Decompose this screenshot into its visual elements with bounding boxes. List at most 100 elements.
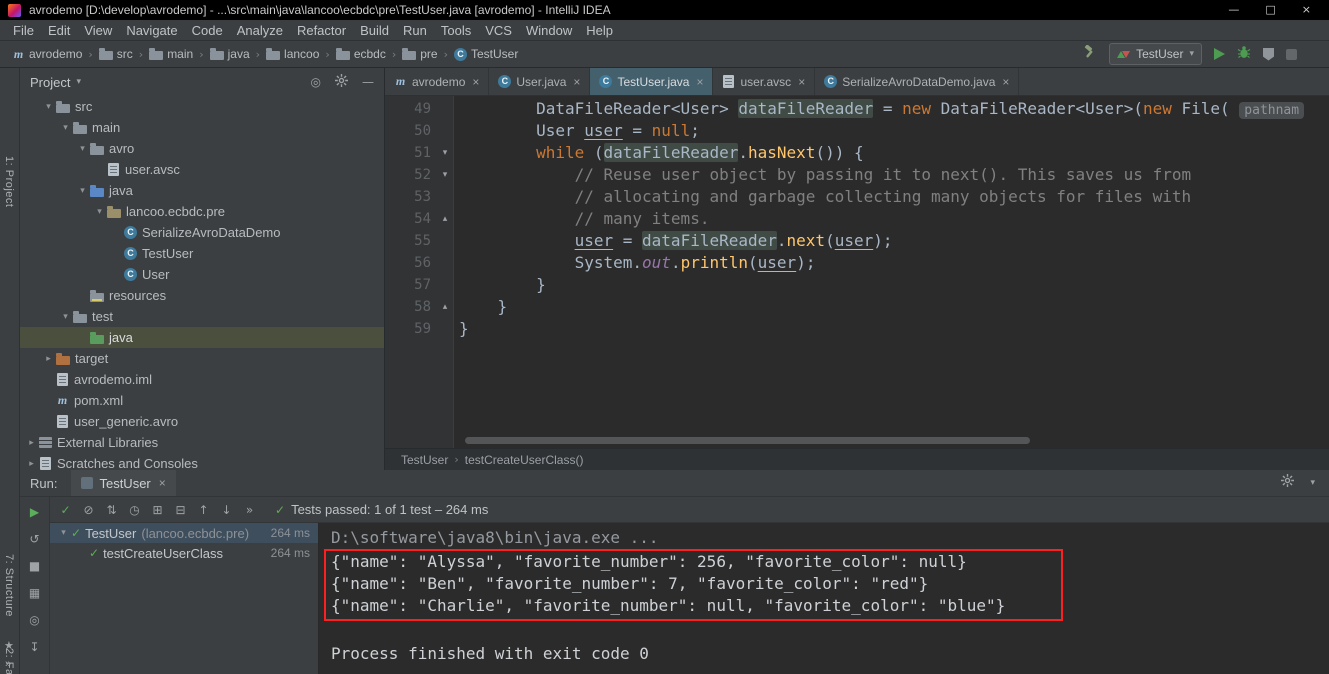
menu-item-analyze[interactable]: Analyze xyxy=(230,23,290,38)
close-icon[interactable]: × xyxy=(573,75,580,89)
rerun-tests-icon[interactable]: ▶ xyxy=(26,503,44,521)
collapse-all-icon[interactable]: ⊟ xyxy=(169,499,192,521)
menu-item-build[interactable]: Build xyxy=(353,23,396,38)
sort-by-duration-icon[interactable]: ◷ xyxy=(123,499,146,521)
code-token: . xyxy=(776,231,787,250)
hide-panel-icon[interactable]: — xyxy=(362,75,374,89)
editor-tab-testuser-java[interactable]: C TestUser.java × xyxy=(590,68,714,95)
scroll-to-end-icon[interactable]: ↧ xyxy=(26,638,44,656)
breadcrumb-item-src[interactable]: src xyxy=(97,47,135,61)
tree-item-pom-xml[interactable]: m pom.xml xyxy=(20,390,384,411)
menu-item-help[interactable]: Help xyxy=(579,23,620,38)
tree-item-user-avsc[interactable]: user.avsc xyxy=(20,159,384,180)
tree-item-target[interactable]: ▸ target xyxy=(20,348,384,369)
tree-item-java[interactable]: ▾ java xyxy=(20,180,384,201)
editor-tab-avrodemo[interactable]: m avrodemo × xyxy=(385,68,490,95)
menu-item-edit[interactable]: Edit xyxy=(41,23,77,38)
previous-failed-test-icon[interactable]: ↑ xyxy=(192,499,215,521)
maximize-button[interactable]: □ xyxy=(1265,0,1275,20)
breadcrumb-item-java[interactable]: java xyxy=(208,47,252,61)
close-button[interactable]: × xyxy=(1302,0,1311,20)
test-history-icon[interactable]: ▦ xyxy=(26,584,44,602)
debug-button[interactable] xyxy=(1237,45,1251,64)
hide-panel-icon[interactable]: ▾ xyxy=(1310,478,1315,488)
run-button[interactable] xyxy=(1214,48,1225,60)
settings-gear-icon[interactable] xyxy=(335,74,348,90)
more-options-icon[interactable]: » xyxy=(238,499,261,521)
locate-file-icon[interactable]: ◎ xyxy=(311,75,321,89)
tree-item-external-libraries[interactable]: ▸ External Libraries xyxy=(20,432,384,453)
tool-window-button-project[interactable]: 1: Project xyxy=(3,156,15,207)
console-output[interactable]: D:\software\java8\bin\java.exe ... {"name… xyxy=(318,523,1329,674)
test-item-testcreateuserclass[interactable]: ✓ testCreateUserClass 264 ms xyxy=(50,543,318,563)
favorites-star-icon[interactable]: ★ xyxy=(4,639,14,652)
rerun-failed-tests-icon[interactable]: ↺ xyxy=(26,530,44,548)
run-with-coverage-button[interactable] xyxy=(1263,47,1274,61)
breadcrumb-item-main[interactable]: main xyxy=(147,47,195,61)
tree-item-user-generic-avro[interactable]: user_generic.avro xyxy=(20,411,384,432)
tree-item-user[interactable]: C User xyxy=(20,264,384,285)
menu-item-code[interactable]: Code xyxy=(185,23,230,38)
menu-item-file[interactable]: File xyxy=(6,23,41,38)
close-icon[interactable]: × xyxy=(159,476,166,490)
menu-item-run[interactable]: Run xyxy=(396,23,434,38)
breadcrumb-item-ecbdc[interactable]: ecbdc xyxy=(334,47,388,61)
menu-item-navigate[interactable]: Navigate xyxy=(119,23,184,38)
tree-item-label: SerializeAvroDataDemo xyxy=(142,225,281,240)
close-icon[interactable]: × xyxy=(1002,75,1009,89)
tree-item-avro[interactable]: ▾ avro xyxy=(20,138,384,159)
tree-item-java[interactable]: java xyxy=(20,327,384,348)
breadcrumb-item-lancoo[interactable]: lancoo xyxy=(264,47,321,61)
test-item-testuser[interactable]: ▾ ✓ TestUser (lancoo.ecbdc.pre) 264 ms xyxy=(50,523,318,543)
intellij-logo-icon xyxy=(8,3,21,17)
code-area[interactable]: 49 DataFileReader<User> dataFileReader = … xyxy=(385,96,1329,448)
next-failed-test-icon[interactable]: ↓ xyxy=(215,499,238,521)
chevron-down-icon: ▾ xyxy=(1189,49,1194,59)
breadcrumb-item-testuser[interactable]: TestUser xyxy=(399,453,450,467)
build-hammer-icon[interactable] xyxy=(1082,44,1097,64)
menu-item-view[interactable]: View xyxy=(77,23,119,38)
menu-item-tools[interactable]: Tools xyxy=(434,23,478,38)
editor-tab-user-avsc[interactable]: user.avsc × xyxy=(713,68,816,95)
close-icon[interactable]: × xyxy=(696,75,703,89)
settings-gear-icon[interactable] xyxy=(1281,474,1295,492)
tree-item-src[interactable]: ▾ src xyxy=(20,96,384,117)
show-passed-icon[interactable]: ✓ xyxy=(54,499,77,521)
breadcrumb-item-avrodemo[interactable]: m avrodemo xyxy=(10,47,84,61)
menu-item-refactor[interactable]: Refactor xyxy=(290,23,353,38)
tree-item-resources[interactable]: resources xyxy=(20,285,384,306)
close-icon[interactable]: × xyxy=(798,75,805,89)
editor-tab-user-java[interactable]: C User.java × xyxy=(489,68,591,95)
run-config-selector[interactable]: TestUser ▾ xyxy=(1109,43,1202,65)
project-view-selector[interactable]: Project xyxy=(30,75,70,90)
breadcrumb-item-pre[interactable]: pre xyxy=(400,47,439,61)
tool-window-button-structure[interactable]: 7: Structure xyxy=(3,554,15,617)
horizontal-scrollbar[interactable] xyxy=(465,437,1030,444)
editor-tab-serializeavrodatademo-java[interactable]: C SerializeAvroDataDemo.java × xyxy=(815,68,1020,95)
stop-button[interactable] xyxy=(1286,48,1297,60)
tree-item-testuser[interactable]: C TestUser xyxy=(20,243,384,264)
run-tab-testuser[interactable]: TestUser × xyxy=(71,470,176,496)
breadcrumb-item-testcreateuserclass[interactable]: testCreateUserClass() xyxy=(463,453,586,467)
tree-item-serializeavrodatademo[interactable]: C SerializeAvroDataDemo xyxy=(20,222,384,243)
fold-marker-icon[interactable]: ▴ xyxy=(437,296,453,318)
minimize-button[interactable]: — xyxy=(1228,0,1239,20)
navigate-with-single-click-icon[interactable]: ◎ xyxy=(26,611,44,629)
tree-item-avrodemo-iml[interactable]: avrodemo.iml xyxy=(20,369,384,390)
stop-process-icon[interactable]: ■ xyxy=(26,557,44,575)
show-ignored-icon[interactable]: ⊘ xyxy=(77,499,100,521)
tree-item-scratches-and-consoles[interactable]: ▸ Scratches and Consoles xyxy=(20,453,384,470)
menu-item-vcs[interactable]: VCS xyxy=(478,23,519,38)
close-icon[interactable]: × xyxy=(472,75,479,89)
menu-item-window[interactable]: Window xyxy=(519,23,579,38)
sort-alphabetically-icon[interactable]: ⇅ xyxy=(100,499,123,521)
tree-item-test[interactable]: ▾ test xyxy=(20,306,384,327)
fold-marker-icon[interactable]: ▾ xyxy=(437,142,453,164)
breadcrumb-item-testuser[interactable]: C TestUser xyxy=(452,47,520,61)
tree-item-lancoo-ecbdc-pre[interactable]: ▾ lancoo.ecbdc.pre xyxy=(20,201,384,222)
tree-item-main[interactable]: ▾ main xyxy=(20,117,384,138)
expand-all-icon[interactable]: ⊞ xyxy=(146,499,169,521)
fold-marker-icon[interactable]: ▾ xyxy=(437,164,453,186)
fold-marker-icon[interactable]: ▴ xyxy=(437,208,453,230)
more-tool-windows-icon[interactable]: » xyxy=(5,658,11,670)
